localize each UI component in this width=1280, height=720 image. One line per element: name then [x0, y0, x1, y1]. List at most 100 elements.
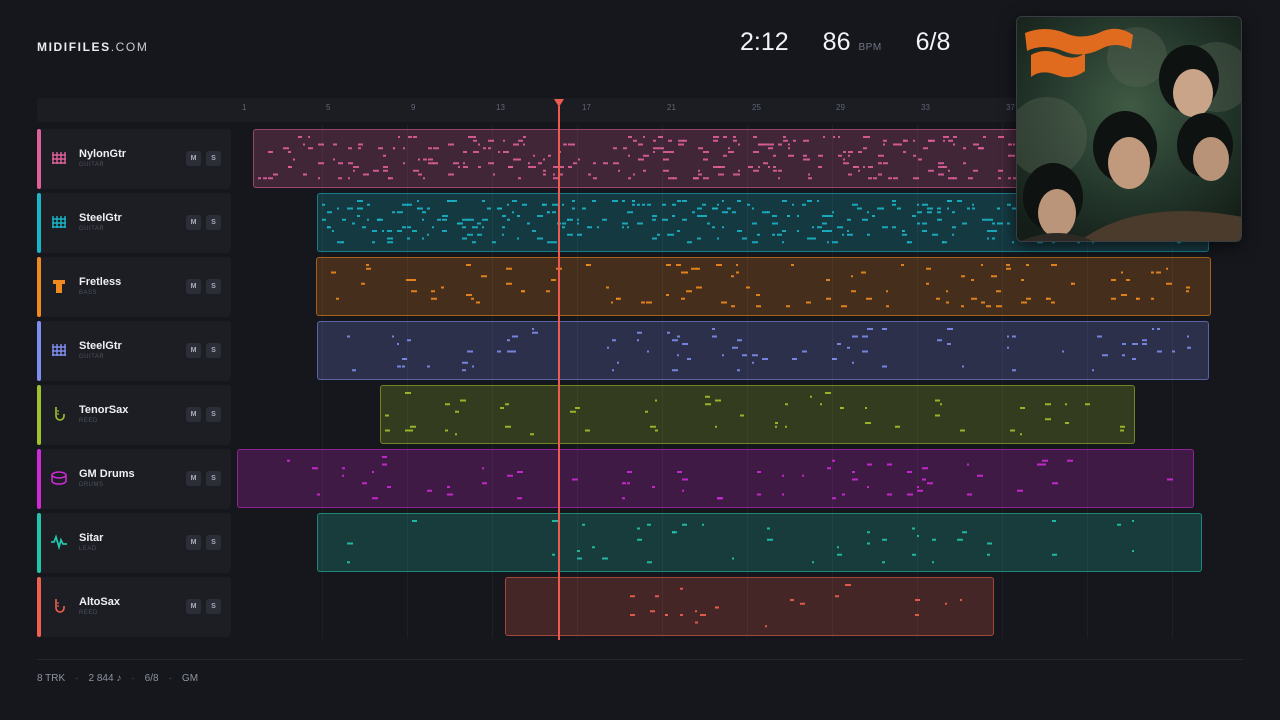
mute-button[interactable]: M [186, 471, 201, 486]
midi-note [383, 169, 388, 172]
midi-clip-altosax[interactable] [505, 577, 994, 636]
midi-note [462, 237, 467, 240]
midi-clip-gm-drums[interactable] [237, 449, 1194, 508]
midi-note [680, 614, 683, 616]
midi-note [840, 407, 844, 409]
midi-note [707, 222, 710, 225]
solo-button[interactable]: S [206, 407, 221, 422]
track-header-gm-drums[interactable]: GM Drums DRUMS M S [37, 449, 231, 509]
mute-button[interactable]: M [186, 407, 201, 422]
solo-button[interactable]: S [206, 535, 221, 550]
midi-note [728, 151, 734, 153]
midi-note [563, 143, 567, 146]
midi-note [1051, 264, 1057, 266]
midi-note [473, 136, 476, 138]
midi-note [462, 361, 468, 364]
midi-note [697, 207, 702, 210]
midi-note [733, 139, 737, 142]
midi-note [422, 211, 426, 214]
midi-note [1120, 425, 1125, 428]
track-header-fretless[interactable]: Fretless BASS M S [37, 257, 231, 317]
solo-button[interactable]: S [206, 215, 221, 230]
mute-button[interactable]: M [186, 151, 201, 166]
midi-clip-tenorsax[interactable] [380, 385, 1135, 444]
midi-note [1157, 350, 1162, 353]
mute-button[interactable]: M [186, 279, 201, 294]
midi-note [638, 143, 643, 146]
solo-button[interactable]: S [206, 279, 221, 294]
midi-note [827, 467, 831, 470]
midi-note [677, 230, 680, 232]
midi-note [1062, 350, 1064, 353]
midi-note [772, 222, 778, 225]
playhead[interactable] [558, 106, 560, 640]
solo-button[interactable]: S [206, 471, 221, 486]
midi-note [1120, 429, 1124, 432]
midi-note [385, 429, 390, 432]
playhead-marker[interactable] [554, 99, 564, 107]
midi-clip-steelgtr[interactable] [317, 321, 1209, 380]
midi-clip-sitar[interactable] [317, 513, 1202, 572]
track-header-steelgtr[interactable]: SteelGtr GUITAR M S [37, 321, 231, 381]
track-header-tenorsax[interactable]: TenorSax REED M S [37, 385, 231, 445]
midi-note [472, 218, 474, 221]
mute-button[interactable]: M [186, 535, 201, 550]
midi-note [466, 264, 471, 266]
midi-note [487, 207, 491, 210]
track-header-sitar[interactable]: Sitar LEAD M S [37, 513, 231, 573]
track-name: SteelGtr [79, 212, 122, 224]
midi-note [810, 395, 812, 398]
track-header-altosax[interactable]: AltoSax REED M S [37, 577, 231, 637]
track-header-steelgtr[interactable]: SteelGtr GUITAR M S [37, 193, 231, 253]
timeline-ruler[interactable]: 1 5 9 13 17 21 25 29 33 37 [37, 98, 1037, 122]
midi-note [812, 237, 816, 240]
midi-note [476, 301, 480, 304]
midi-note [868, 177, 872, 180]
midi-note [682, 523, 687, 526]
midi-clip-fretless[interactable] [316, 257, 1211, 316]
bpm-value: 86 [822, 28, 851, 56]
midi-note [367, 218, 369, 221]
midi-note [505, 403, 509, 406]
midi-note [800, 602, 805, 605]
midi-note [1006, 264, 1010, 266]
midi-clip-nylongtr[interactable] [253, 129, 1055, 188]
midi-note [647, 523, 651, 526]
midi-note [492, 241, 496, 244]
midi-note [627, 482, 630, 485]
midi-note [848, 154, 850, 157]
midi-note [382, 230, 384, 232]
mute-button[interactable]: M [186, 599, 201, 614]
mute-button[interactable]: M [186, 215, 201, 230]
track-category: GUITAR [79, 162, 105, 168]
solo-button[interactable]: S [206, 343, 221, 358]
midi-note [637, 222, 643, 225]
track-name: GM Drums [79, 468, 135, 480]
midi-note [948, 169, 950, 172]
midi-note [818, 166, 822, 168]
midi-note [388, 177, 390, 180]
midi-note [847, 218, 851, 221]
midi-note [901, 264, 904, 266]
midi-note [747, 203, 750, 206]
midi-note [942, 241, 944, 244]
mute-button[interactable]: M [186, 343, 201, 358]
midi-note [978, 147, 983, 150]
midi-note [547, 211, 549, 214]
midi-note [517, 471, 523, 473]
track-header-nylongtr[interactable]: NylonGtr GUITAR M S [37, 129, 231, 189]
midi-note [397, 343, 399, 345]
midi-note [676, 264, 681, 266]
midi-note [1006, 267, 1011, 270]
solo-button[interactable]: S [206, 151, 221, 166]
midi-note [633, 173, 635, 176]
midi-note [322, 203, 325, 206]
track-color-bar [37, 385, 41, 445]
midi-note [327, 211, 332, 214]
midi-note [512, 211, 514, 214]
midi-note [716, 264, 722, 266]
midi-note [606, 286, 609, 289]
midi-note [803, 158, 808, 161]
midi-note [952, 233, 954, 236]
solo-button[interactable]: S [206, 599, 221, 614]
